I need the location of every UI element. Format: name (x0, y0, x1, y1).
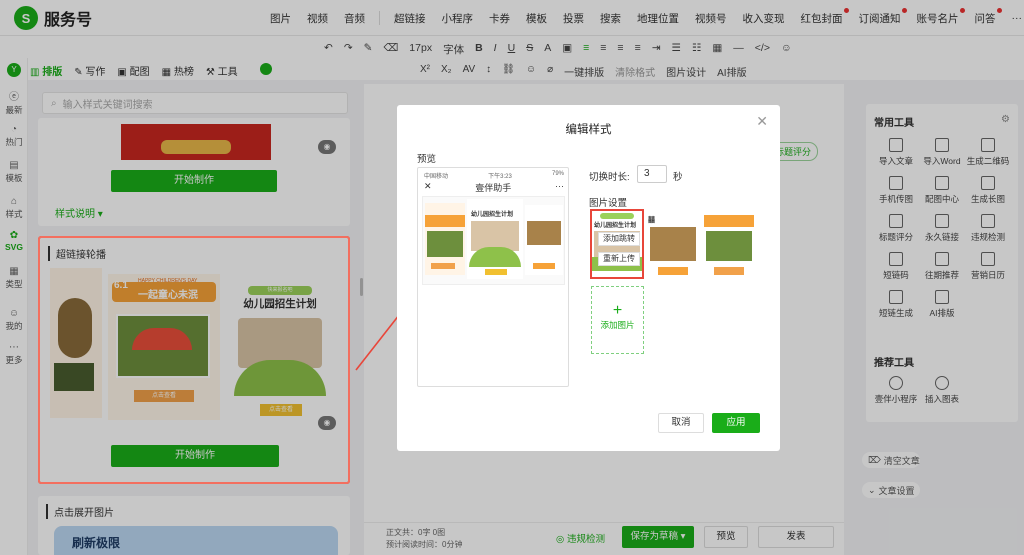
apply-button[interactable]: 应用 (712, 413, 760, 433)
phone-title: 壹伴助手 (475, 183, 512, 193)
add-image-button[interactable]: + 添加图片 (591, 286, 644, 354)
preview-label: 预览 (417, 154, 437, 165)
thumb1-title: 幼儿园招生计划 (594, 223, 637, 229)
phone-more-icon: ··· (555, 181, 564, 191)
duration-unit: 秒 (673, 172, 683, 183)
close-icon[interactable]: ✕ (756, 113, 768, 130)
phone-status-bar: 中国移动 下午3:23 79% (424, 171, 564, 180)
carousel-thumb-1[interactable]: 幼儿园招生计划 添加跳转 重新上传 (590, 209, 644, 279)
add-image-label: 添加图片 (600, 320, 635, 330)
battery: 79% (551, 171, 564, 177)
duration-input[interactable]: 3 (637, 165, 667, 183)
phone-preview: 中国移动 下午3:23 79% ✕ 壹伴助手 ··· 幼儿园招生计划 (417, 167, 569, 387)
carousel-thumb-3[interactable] (702, 209, 756, 279)
image-settings-label: 图片设置 (589, 198, 628, 209)
phone-close-icon: ✕ (424, 181, 432, 191)
duration-label: 切换时长: (589, 172, 630, 183)
carrier: 中国移动 (424, 174, 449, 180)
phone-banner-title: 幼儿园招生计划 (471, 212, 514, 218)
carousel-thumb-2[interactable]: 囍 (646, 209, 700, 279)
modal-title: 编辑样式 (565, 124, 612, 136)
cancel-button[interactable]: 取消 (658, 413, 704, 433)
edit-style-modal: 编辑样式 ✕ 预览 中国移动 下午3:23 79% ✕ 壹伴助手 ··· 幼儿园… (397, 105, 780, 451)
phone-nav: ✕ 壹伴助手 ··· (424, 181, 564, 194)
add-jump-button[interactable]: 添加跳转 (598, 232, 640, 246)
phone-carousel-preview: 幼儿园招生计划 (422, 196, 565, 285)
phone-time: 下午3:23 (488, 174, 512, 180)
reupload-button[interactable]: 重新上传 (598, 252, 640, 266)
plus-icon: + (612, 302, 623, 319)
